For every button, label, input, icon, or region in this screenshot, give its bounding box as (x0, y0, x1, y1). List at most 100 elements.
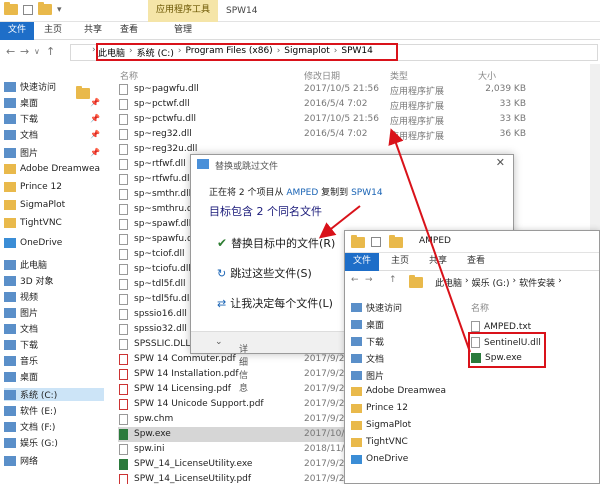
sidebar-item[interactable]: 此电脑 (4, 258, 104, 271)
file-row[interactable]: sp~reg32.dll 2016/5/4 7:02 应用程序扩展 36 KB (118, 127, 598, 142)
pin-icon[interactable]: 📌 (90, 148, 100, 157)
tab-share[interactable]: 共享 (421, 253, 455, 271)
sidebar-item[interactable]: 图片 (351, 369, 384, 382)
sidebar-item[interactable]: SigmaPlot (351, 420, 411, 430)
sidebar-item[interactable]: 下载 (351, 335, 384, 348)
checkbox-icon[interactable] (371, 237, 381, 247)
close-icon[interactable]: ✕ (496, 156, 505, 169)
sidebar-item[interactable]: 3D 对象 (4, 274, 104, 287)
sidebar-item[interactable]: 图片 (4, 306, 104, 319)
skip-option[interactable]: ↻ 跳过这些文件(S) (217, 265, 312, 281)
breadcrumb-item[interactable]: 软件安装 (519, 276, 555, 289)
file-icon (119, 279, 128, 290)
forward-icon[interactable]: → (20, 45, 29, 58)
copy-status: 正在将 2 个项目从 AMPED 复制到 SPW14 (209, 185, 383, 198)
drive-icon (4, 389, 16, 400)
destination-link[interactable]: SPW14 (351, 188, 383, 198)
pin-icon[interactable]: 📌 (90, 114, 100, 123)
sidebar-item[interactable]: 下载 📌 (4, 112, 104, 125)
up-icon[interactable]: ↑ (389, 275, 397, 285)
details-label: 详细信息 (239, 345, 249, 394)
folder-icon[interactable] (351, 235, 365, 248)
drive-icon (4, 437, 16, 448)
checkmark-icon: ✔ (217, 236, 228, 250)
sidebar-item[interactable]: OneDrive (351, 454, 408, 464)
sidebar-item[interactable]: 系统 (C:) (4, 388, 104, 401)
file-item[interactable]: AMPED.txt (471, 321, 531, 332)
sidebar-item[interactable]: 桌面 (351, 318, 384, 331)
sidebar-item[interactable]: Prince 12 (351, 403, 408, 413)
column-type[interactable]: 类型 (390, 69, 408, 82)
sidebar-item[interactable]: 快速访问 (4, 80, 104, 93)
sidebar-item[interactable]: Adobe Dreamwea (351, 386, 446, 396)
file-row[interactable]: sp~pagwfu.dll 2017/10/5 21:56 应用程序扩展 2,039 … (118, 82, 598, 97)
file-icon (119, 474, 128, 484)
recent-dropdown-icon[interactable]: ∨ (34, 47, 40, 56)
tab-file[interactable]: 文件 (345, 253, 380, 271)
tab-manage[interactable]: 管理 (166, 22, 200, 40)
conflict-message: 目标包含 2 个同名文件 (209, 205, 322, 218)
sidebar-item[interactable]: 软件 (E:) (4, 404, 104, 417)
pin-icon[interactable]: 📌 (90, 130, 100, 139)
new-folder-icon[interactable] (38, 2, 52, 15)
sidebar-item[interactable]: 图片 📌 (4, 146, 104, 159)
sidebar-item[interactable]: 文档 📌 (4, 128, 104, 141)
file-row[interactable]: sp~pctwf.dll 2016/5/4 7:02 应用程序扩展 33 KB (118, 97, 598, 112)
sidebar-item[interactable]: TightVNC (351, 437, 408, 447)
column-size[interactable]: 大小 (478, 69, 496, 82)
replace-option[interactable]: ✔ 替换目标中的文件(R) (217, 235, 335, 251)
column-date[interactable]: 修改日期 (304, 69, 340, 82)
up-icon[interactable]: ↑ (46, 45, 55, 58)
tab-home[interactable]: 主页 (383, 253, 417, 271)
back-icon[interactable]: ← (351, 275, 359, 285)
sidebar-item[interactable]: Adobe Dreamwea (4, 164, 104, 174)
tab-view[interactable]: 查看 (112, 22, 146, 40)
file-date: 2017/9/2 (304, 414, 345, 424)
sidebar-item[interactable]: 文档 (F:) (4, 420, 104, 433)
text-file-icon (471, 321, 480, 332)
pin-icon[interactable]: 📌 (90, 98, 100, 107)
sidebar-item[interactable]: 快速访问 (351, 301, 402, 314)
column-name[interactable]: 名称 (120, 69, 138, 82)
sidebar-item-label: 下载 (20, 341, 39, 351)
sidebar-item[interactable]: 桌面 (4, 370, 104, 383)
tab-view[interactable]: 查看 (459, 253, 493, 271)
folder-icon[interactable] (4, 2, 18, 15)
sidebar-item[interactable]: 文档 (4, 322, 104, 335)
sidebar-item[interactable]: TightVNC (4, 218, 104, 228)
window2-column-name[interactable]: 名称 (471, 301, 489, 314)
file-name: sp~spawf.dll (134, 219, 192, 229)
file-name: spw.ini (134, 444, 165, 454)
details-toggle[interactable]: ⌄ 详细信息 (215, 337, 248, 394)
folder-icon (351, 337, 362, 346)
breadcrumb-item[interactable]: 此电脑 (435, 276, 462, 289)
breadcrumb-item[interactable]: 娱乐 (G:) (472, 276, 510, 289)
file-icon (119, 399, 128, 410)
sidebar-item[interactable]: 娱乐 (G:) (4, 436, 104, 449)
forward-icon[interactable]: → (365, 275, 373, 285)
sidebar-item[interactable]: 网络 (4, 454, 104, 467)
sidebar-item[interactable]: 桌面 📌 (4, 96, 104, 109)
back-icon[interactable]: ← (6, 45, 15, 58)
source-link[interactable]: AMPED (286, 188, 318, 198)
new-folder-icon[interactable] (389, 235, 403, 248)
sidebar-item[interactable]: Prince 12 (4, 182, 104, 192)
checkbox-icon[interactable] (23, 4, 33, 15)
file-icon (119, 339, 128, 350)
folder-icon (351, 386, 362, 396)
sidebar-item[interactable]: OneDrive (4, 238, 104, 248)
sidebar-item[interactable]: 文档 (351, 352, 384, 365)
file-row[interactable]: sp~pctwfu.dll 2017/10/5 21:56 应用程序扩展 33 KB (118, 112, 598, 127)
sidebar-item-label: 3D 对象 (20, 277, 54, 287)
decide-option[interactable]: ⇄ 让我决定每个文件(L) (217, 295, 333, 311)
sidebar-item[interactable]: 视频 (4, 290, 104, 303)
sidebar-item[interactable]: 音乐 (4, 354, 104, 367)
tab-home[interactable]: 主页 (36, 22, 70, 40)
tab-file[interactable]: 文件 (0, 22, 35, 40)
tab-share[interactable]: 共享 (76, 22, 110, 40)
sidebar-item-label: OneDrive (366, 454, 409, 464)
sidebar-item[interactable]: SigmaPlot (4, 200, 104, 210)
file-date: 2017/9/2 (304, 399, 345, 409)
sidebar-item[interactable]: 下载 (4, 338, 104, 351)
dropdown-icon[interactable]: ▾ (57, 5, 62, 15)
